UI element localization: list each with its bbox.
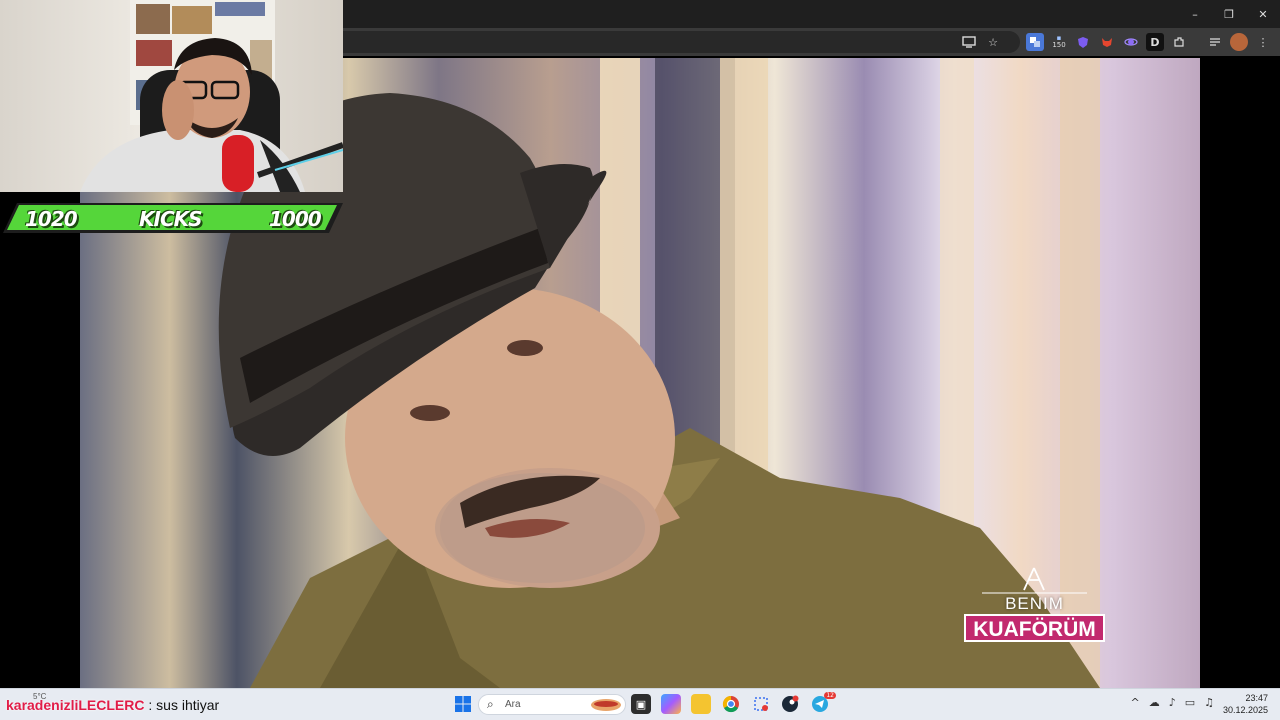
translate-icon[interactable] — [1026, 33, 1044, 51]
chat-message-overlay: karadenizliLECLERC : sus ihtiyar — [6, 697, 219, 713]
webcam-overlay — [0, 0, 343, 192]
task-view-icon[interactable]: ▣ — [631, 694, 651, 714]
logo-benim-text: BENIM — [1005, 594, 1064, 613]
score-left: 1020 — [25, 207, 78, 231]
snipping-tool-icon[interactable] — [751, 694, 771, 714]
windows-start-icon[interactable] — [454, 695, 472, 713]
chat-username: karadenizliLECLERC — [6, 697, 145, 713]
chrome-icon[interactable] — [721, 694, 741, 714]
chevron-up-icon[interactable]: ^ — [1130, 696, 1139, 709]
search-icon: ⌕ — [487, 697, 494, 711]
minimize-icon[interactable]: – — [1178, 0, 1212, 28]
file-explorer-icon[interactable] — [691, 694, 711, 714]
d-extension-icon[interactable]: D — [1146, 33, 1164, 51]
onedrive-icon[interactable]: ☁ — [1149, 696, 1160, 709]
menu-icon[interactable]: ⋮ — [1254, 33, 1272, 51]
profile-avatar[interactable] — [1230, 33, 1248, 51]
search-placeholder: Ara — [505, 699, 521, 710]
shield-extension-icon[interactable] — [1074, 33, 1092, 51]
extensions-icon[interactable] — [1170, 33, 1188, 51]
logo-scissors-icon — [982, 567, 1087, 594]
score-label: KICKS — [139, 207, 203, 231]
chat-text: : sus ihtiyar — [148, 697, 220, 713]
wifi-icon[interactable]: ▭ — [1185, 696, 1195, 709]
steam-icon[interactable] — [780, 694, 800, 714]
window-controls: – ❐ ✕ — [1178, 0, 1280, 28]
fox-extension-icon[interactable] — [1098, 33, 1116, 51]
taskbar-clock[interactable]: 23:47 30.12.2025 — [1220, 692, 1268, 716]
microphone-icon[interactable]: ♪ — [1169, 696, 1176, 709]
copilot-icon[interactable] — [661, 694, 681, 714]
clock-date: 30.12.2025 — [1222, 705, 1268, 715]
desktop: – ❐ ✕ ☆ ▪ 150 D ⋮ BENIM KUAFÖRÜM 1020 KI… — [0, 0, 1280, 720]
system-tray: ^ ☁ ♪ ▭ ♫ — [1130, 696, 1214, 709]
extension-badge-icon[interactable]: ▪ 150 — [1050, 33, 1068, 51]
score-right: 1000 — [269, 207, 322, 231]
streamer-webcam — [80, 0, 343, 192]
telegram-icon[interactable]: 12 — [810, 692, 836, 714]
restore-icon[interactable]: ❐ — [1212, 0, 1246, 28]
kicks-scoreboard: 1020 KICKS 1000 — [3, 203, 343, 233]
taskbar-search[interactable]: ⌕ Ara — [478, 694, 626, 715]
clock-time: 23:47 — [1245, 693, 1268, 703]
extension-badge-count: 150 — [1052, 41, 1066, 49]
close-icon[interactable]: ✕ — [1246, 0, 1280, 28]
logo-kuaforum-text: KUAFÖRÜM — [964, 614, 1105, 642]
bookmark-star-icon[interactable]: ☆ — [984, 33, 1002, 51]
telegram-badge: 12 — [824, 692, 836, 699]
show-logo: BENIM KUAFÖRÜM — [962, 566, 1107, 646]
reading-list-icon[interactable] — [1206, 33, 1224, 51]
address-bar[interactable] — [330, 31, 1020, 53]
planet-extension-icon[interactable] — [1122, 33, 1140, 51]
search-highlight-icon — [591, 699, 621, 711]
toolbar-icons: ☆ ▪ 150 D ⋮ — [960, 31, 1272, 53]
volume-icon[interactable]: ♫ — [1204, 696, 1214, 709]
screen-share-icon[interactable] — [960, 33, 978, 51]
